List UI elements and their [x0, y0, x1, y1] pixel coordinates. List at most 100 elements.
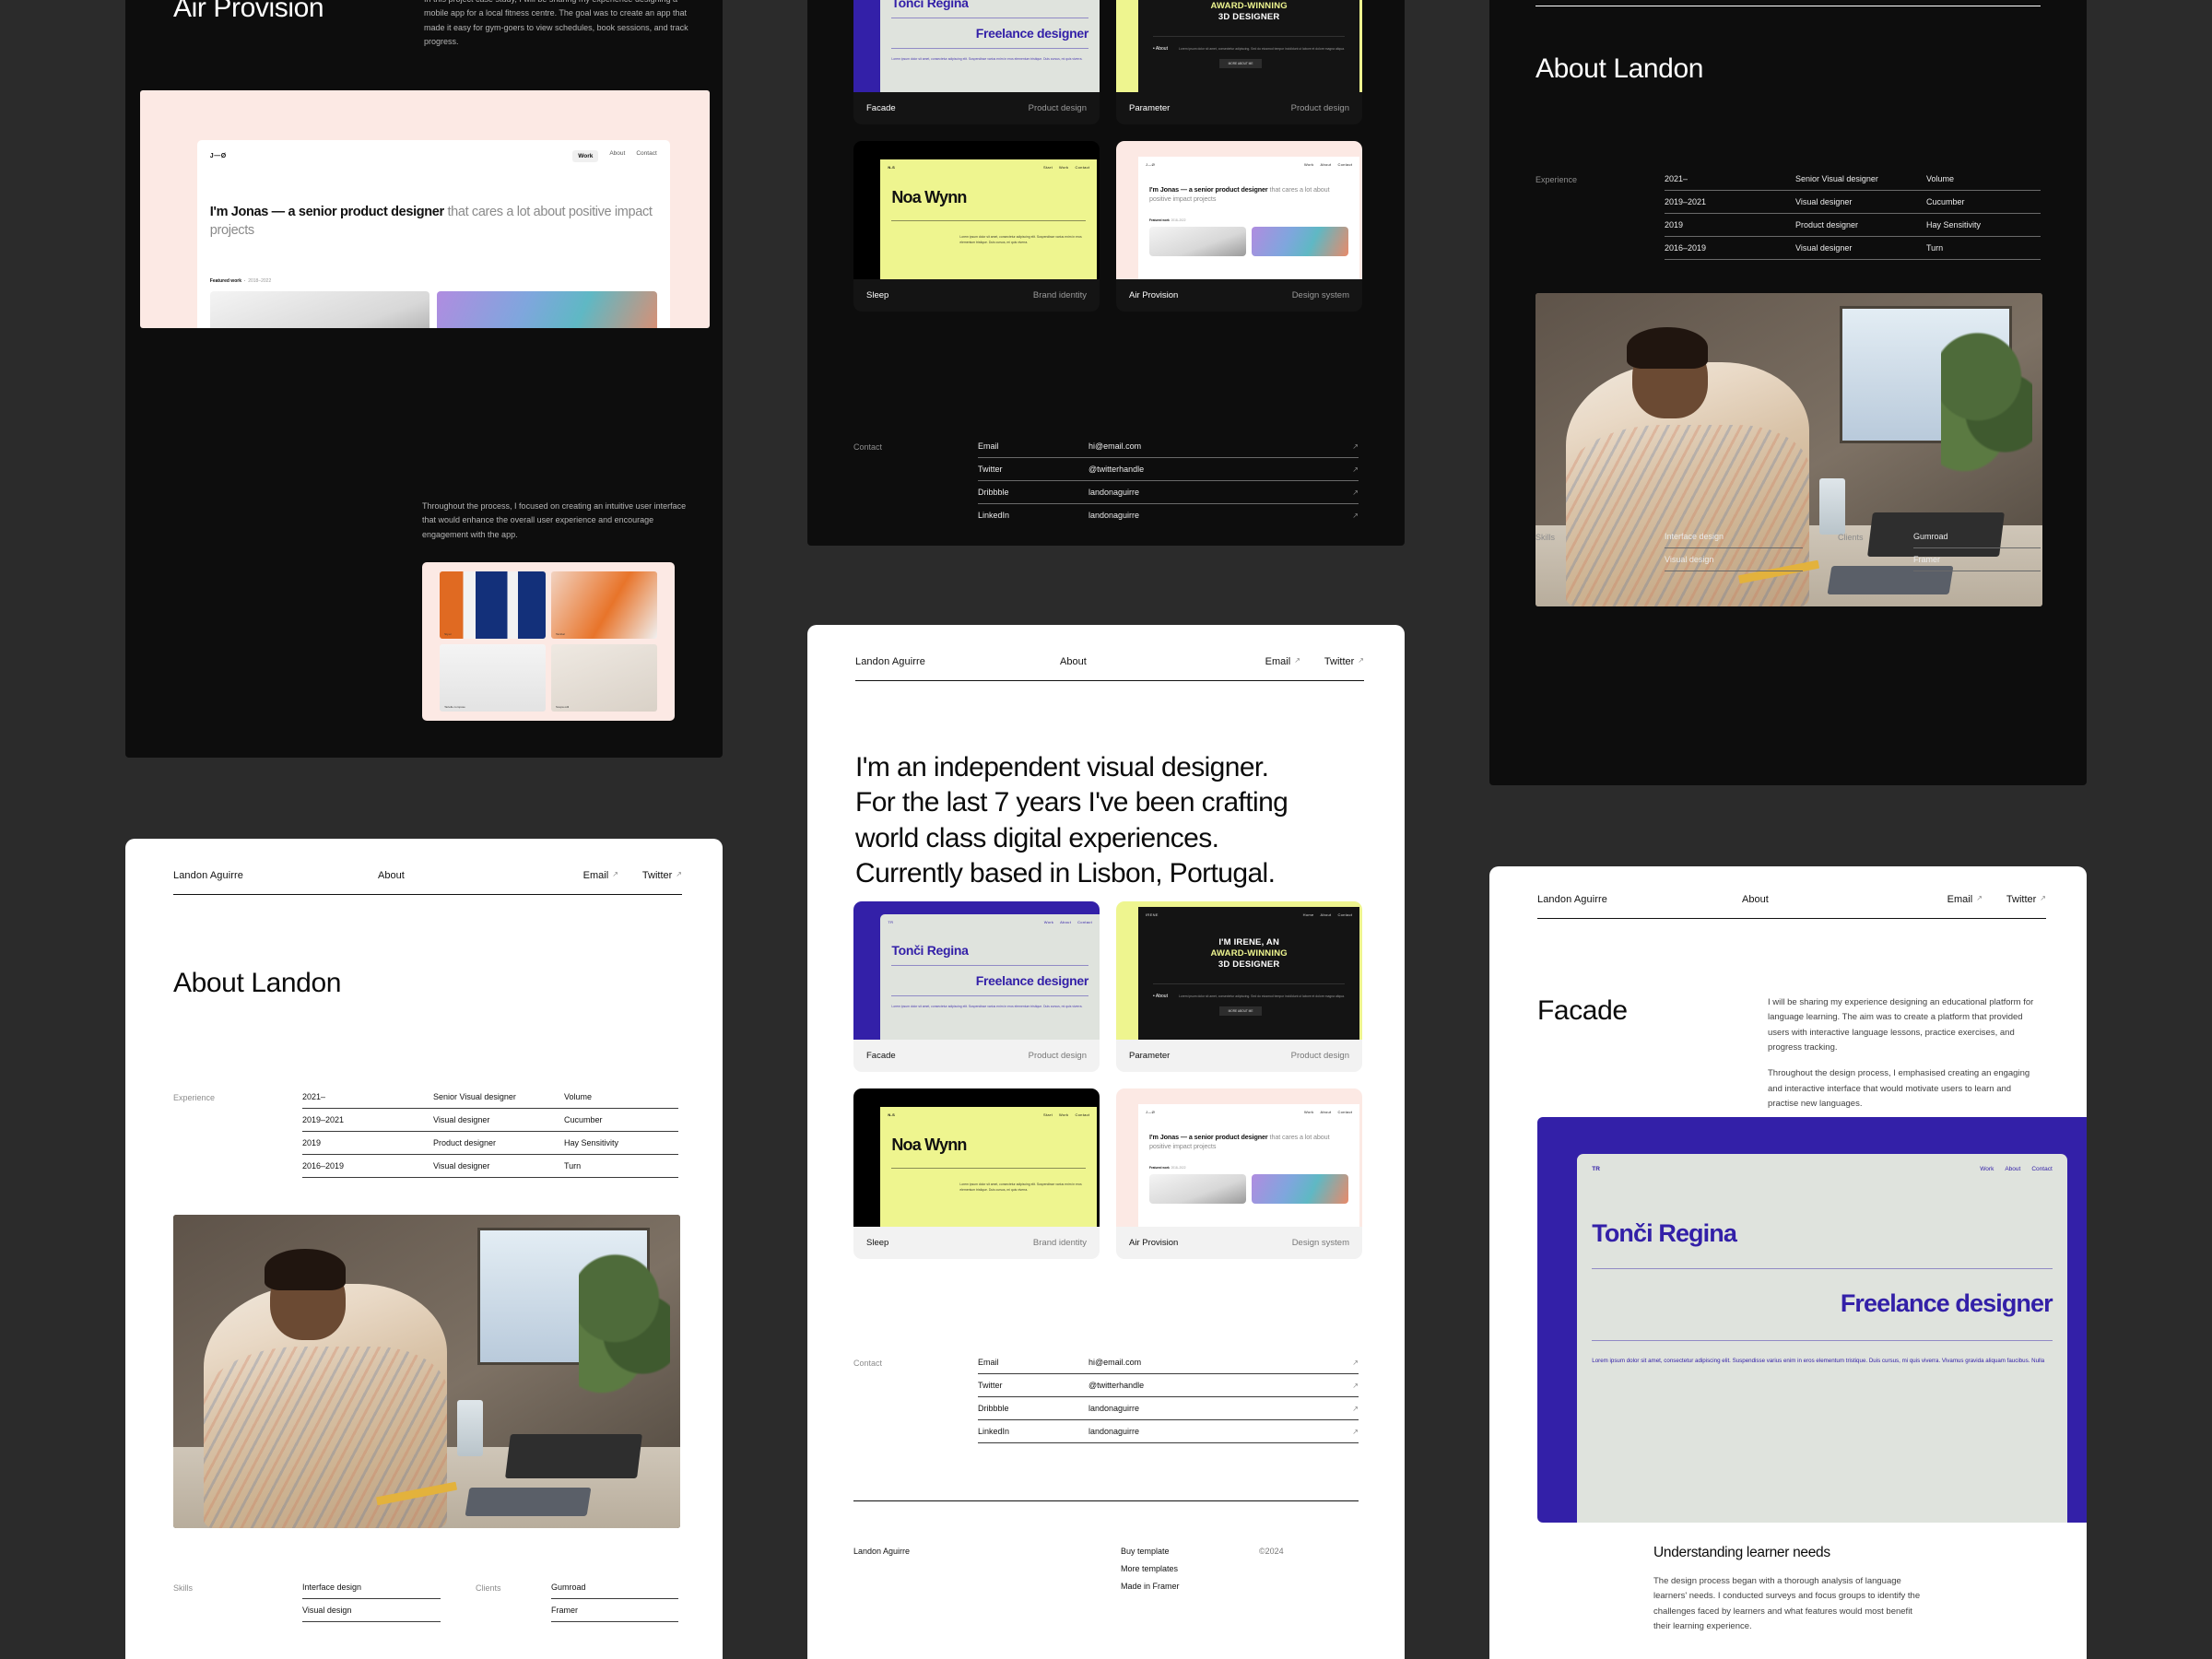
nav-brand[interactable]: Landon Aguirre	[173, 870, 243, 881]
work-card-facade[interactable]: TR Work About Contact Tonči Regina Freel…	[853, 901, 1100, 1072]
contact-row[interactable]: Twitter @twitterhandle ↗	[978, 1374, 1359, 1397]
list-item: Gumroad	[1913, 525, 2041, 548]
facade-nav-about[interactable]: About	[2005, 1166, 2020, 1172]
mini-nav-link: Work	[1058, 1112, 1069, 1117]
footer-link-made-in-framer[interactable]: Made in Framer	[1121, 1582, 1259, 1591]
nav-rule	[855, 680, 1364, 681]
nav-about[interactable]: About	[378, 870, 405, 881]
mini-nav-link: Work	[1304, 161, 1314, 167]
mini-nav-link: Contact	[1075, 164, 1090, 170]
table-row: 2019 Product designer Hay Sensitivity	[302, 1132, 678, 1155]
nav-brand[interactable]: Landon Aguirre	[855, 656, 925, 667]
exp-years: 2021–	[302, 1092, 326, 1101]
moodboard-item[interactable]: Tartelle compose	[440, 644, 546, 712]
work-card-air-provision[interactable]: J—Ø Work About Contact I'm Jonas — a sen…	[1116, 141, 1362, 312]
mini-featured-label: Featured work	[1149, 218, 1170, 223]
experience-table: 2021– Senior Visual designer Volume 2019…	[302, 1086, 678, 1178]
footer-link-more-templates[interactable]: More templates	[1121, 1564, 1259, 1573]
mini-nav-link: Contact	[1077, 919, 1092, 924]
contact-row[interactable]: Dribbble landonaguirre ↗	[978, 1397, 1359, 1420]
mini-paragraph: Lorem ipsum dolor sit amet, consectetur …	[959, 234, 1082, 244]
work-card-air-provision[interactable]: J—Ø Work About Contact I'm Jonas — a sen…	[1116, 1088, 1362, 1259]
contact-row[interactable]: LinkedIn landonaguirre ↗	[978, 504, 1359, 526]
mini-headline-2: AWARD-WINNING	[1210, 0, 1288, 11]
mini-nav-link: Work	[1304, 1109, 1314, 1114]
list-item: Framer	[551, 1599, 678, 1622]
featured-thumb-1[interactable]	[209, 291, 430, 328]
table-row: 2021– Senior Visual designer Volume	[1665, 168, 2041, 191]
work-card-thumbnail: TR Work About Contact Tonči Regina Freel…	[853, 0, 1100, 92]
exp-years: 2019	[1665, 220, 1684, 229]
footer-link-buy-template[interactable]: Buy template	[1121, 1547, 1259, 1556]
exp-role: Visual designer	[1795, 243, 1853, 253]
mini-headline-1: I'm Jonas — a senior product designer	[1149, 1132, 1268, 1141]
work-card-category: Product design	[1290, 103, 1349, 113]
contact-row[interactable]: Twitter @twitterhandle ↗	[978, 458, 1359, 481]
facade-hero-block[interactable]: TR Work About Contact Tonči Regina Freel…	[1537, 1117, 2087, 1523]
featured-years-text: 2018–2022	[248, 278, 272, 285]
experience-section: Experience 2021– Senior Visual designer …	[173, 1086, 678, 1178]
page-title: Air Provision	[173, 0, 324, 23]
work-card-sleep[interactable]: N-S Start Work Contact Noa Wynn Lorem ip…	[853, 1088, 1100, 1259]
contact-rows: Email hi@email.com ↗ Twitter @twitterhan…	[978, 435, 1359, 526]
page-title: About Landon	[173, 968, 342, 998]
mini-logo: J—Ø	[1146, 1109, 1156, 1114]
nav-twitter[interactable]: Twitter	[1324, 656, 1364, 667]
list-item: Visual design	[1665, 548, 1803, 571]
nav-about[interactable]: About	[1060, 656, 1087, 667]
list-item: Framer	[1913, 548, 2041, 571]
hero-nav-about[interactable]: About	[609, 150, 625, 162]
facade-paragraph-2: Throughout the design process, I emphasi…	[1768, 1068, 2030, 1109]
experience-label: Experience	[1535, 175, 1578, 184]
nav-about[interactable]: About	[1742, 894, 1769, 905]
contact-channel: LinkedIn	[978, 1427, 1010, 1436]
work-card-facade[interactable]: TR Work About Contact Tonči Regina Freel…	[853, 0, 1100, 124]
list-item: Interface design	[302, 1576, 441, 1599]
clients-list: Gumroad Framer	[551, 1576, 678, 1622]
hero-nav-work[interactable]: Work	[572, 150, 599, 163]
moodboard-item-title: Tambal	[556, 632, 565, 636]
moodboard-item[interactable]: Soupa odil	[551, 644, 657, 712]
facade-nav-work[interactable]: Work	[1980, 1166, 1994, 1172]
featured-thumb-2[interactable]	[437, 291, 657, 328]
work-card-name: Air Provision	[1129, 1238, 1179, 1248]
moodboard-item[interactable]: Sty.el	[440, 571, 546, 639]
contact-channel: Dribbble	[978, 1404, 1009, 1413]
nav-rule	[173, 894, 682, 895]
hero-preview-site: J—Ø Work About Contact I'm Jonas — a sen…	[196, 140, 670, 328]
nav-email[interactable]: Email	[1265, 656, 1300, 667]
nav-twitter[interactable]: Twitter	[2006, 894, 2046, 905]
mini-headline-group: I'M IRENE, AN AWARD-WINNING 3D DESIGNER	[1138, 937, 1359, 971]
featured-work-label: Featured work · 2018–2022	[209, 278, 272, 285]
external-link-icon: ↗	[1352, 511, 1359, 520]
work-card-name: Facade	[866, 1051, 896, 1061]
hero-nav-contact[interactable]: Contact	[636, 150, 656, 162]
mini-logo: J—Ø	[1146, 161, 1156, 167]
hero-preview-card[interactable]: J—Ø Work About Contact I'm Jonas — a sen…	[140, 90, 710, 328]
contact-row[interactable]: Dribbble landonaguirre ↗	[978, 481, 1359, 504]
table-row: 2019 Product designer Hay Sensitivity	[1665, 214, 2041, 237]
contact-row[interactable]: Email hi@email.com ↗	[978, 1351, 1359, 1374]
nav-brand[interactable]: Landon Aguirre	[1537, 894, 1607, 905]
nav-twitter[interactable]: Twitter	[642, 870, 682, 881]
facade-hero-line-2: Freelance designer	[1840, 1288, 2053, 1317]
facade-nav-contact[interactable]: Contact	[2031, 1166, 2052, 1172]
moodboard-item[interactable]: Tambal	[551, 571, 657, 639]
contact-row[interactable]: LinkedIn landonaguirre ↗	[978, 1420, 1359, 1443]
experience-section: Experience 2021– Senior Visual designer …	[1535, 168, 2041, 260]
contact-row[interactable]: Email hi@email.com ↗	[978, 435, 1359, 458]
exp-role: Visual designer	[1795, 197, 1853, 206]
work-card-parameter[interactable]: IRENE Home About Contact I'M IRENE, AN A…	[1116, 0, 1362, 124]
nav-email[interactable]: Email	[1947, 894, 1983, 905]
moodboard-card[interactable]: Sty.el Tambal Tartelle compose Soupa odi…	[422, 562, 675, 721]
work-card-sleep[interactable]: N-S Start Work Contact Noa Wynn Lorem ip…	[853, 141, 1100, 312]
work-card-parameter[interactable]: IRENE Home About Contact I'M IRENE, AN A…	[1116, 901, 1362, 1072]
hero-site-headline: I'm Jonas — a senior product designer th…	[197, 204, 670, 240]
mini-about-label: About	[1155, 993, 1168, 999]
contact-channel: Email	[978, 441, 999, 451]
nav-email[interactable]: Email	[583, 870, 618, 881]
clients-list: Gumroad Framer	[1913, 525, 2041, 571]
moodboard-item-title: Tartelle compose	[444, 704, 465, 709]
mini-nav-link: Start	[1043, 164, 1053, 170]
skills-label: Skills	[1535, 533, 1556, 542]
